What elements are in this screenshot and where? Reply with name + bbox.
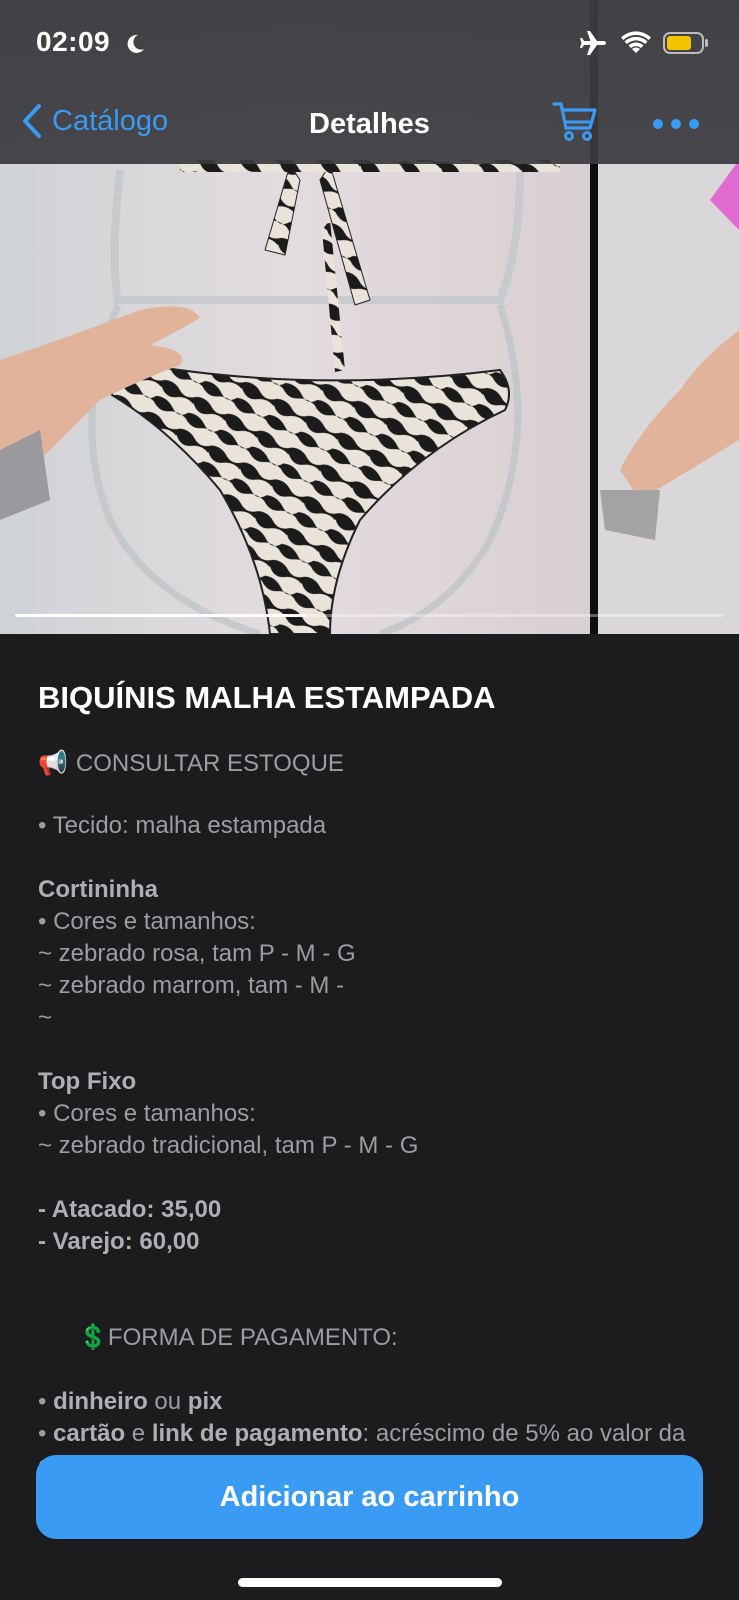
section1-colors-label: • Cores e tamanhos: — [38, 908, 256, 935]
payment-pix: pix — [187, 1388, 223, 1415]
wifi-icon — [621, 31, 651, 53]
payment-and: e — [125, 1420, 152, 1447]
stock-notice: 📢 CONSULTAR ESTOQUE — [38, 748, 708, 780]
payment-card: cartão — [53, 1420, 126, 1447]
moon-icon — [127, 34, 144, 53]
megaphone-icon: 📢 — [38, 750, 68, 777]
carousel-page-indicator-fill — [15, 614, 306, 617]
section-title-top-fixo: Top Fixo — [38, 1068, 137, 1095]
product-details: BIQUÍNIS MALHA ESTAMPADA 📢 CONSULTAR EST… — [38, 678, 708, 1482]
page-title: Detalhes — [309, 108, 430, 140]
top-bar: 02:09 Catálogo Detalhes — [0, 0, 739, 164]
product-title: BIQUÍNIS MALHA ESTAMPADA — [38, 680, 496, 715]
battery-icon — [663, 32, 708, 54]
payment-bullet-2: • — [38, 1420, 47, 1447]
carousel-page-indicator — [15, 614, 724, 617]
section1-line-3: ~ — [38, 1004, 53, 1031]
stock-label: CONSULTAR ESTOQUE — [75, 750, 344, 777]
section-title-cortininha: Cortininha — [38, 876, 158, 903]
retail-price: - Varejo: 60,00 — [38, 1228, 200, 1255]
home-indicator[interactable] — [238, 1578, 502, 1587]
airplane-icon — [580, 31, 606, 55]
section2-colors-label: • Cores e tamanhos: — [38, 1100, 256, 1127]
more-options-icon[interactable] — [652, 116, 700, 132]
section1-line-1: ~ zebrado rosa, tam P - M - G — [38, 940, 356, 967]
cart-icon[interactable] — [552, 100, 598, 142]
payment-or: ou — [147, 1388, 188, 1415]
status-time: 02:09 — [36, 26, 111, 57]
product-description: • Tecido: malha estampada Cortininha • C… — [38, 810, 708, 1482]
payment-label: FORMA DE PAGAMENTO: — [107, 1324, 398, 1351]
payment-bullet-1: • — [38, 1388, 47, 1415]
dollar-icon: 💲 — [78, 1324, 108, 1351]
wholesale-price: - Atacado: 35,00 — [38, 1196, 222, 1223]
section2-line-1: ~ zebrado tradicional, tam P - M - G — [38, 1132, 419, 1159]
payment-link: link de pagamento — [151, 1420, 363, 1447]
fabric-line: • Tecido: malha estampada — [38, 812, 327, 839]
status-icons — [579, 30, 709, 56]
add-to-cart-button[interactable]: Adicionar ao carrinho — [36, 1455, 703, 1539]
payment-cash: dinheiro — [53, 1388, 148, 1415]
section1-line-2: ~ zebrado marrom, tam - M - — [38, 972, 345, 999]
